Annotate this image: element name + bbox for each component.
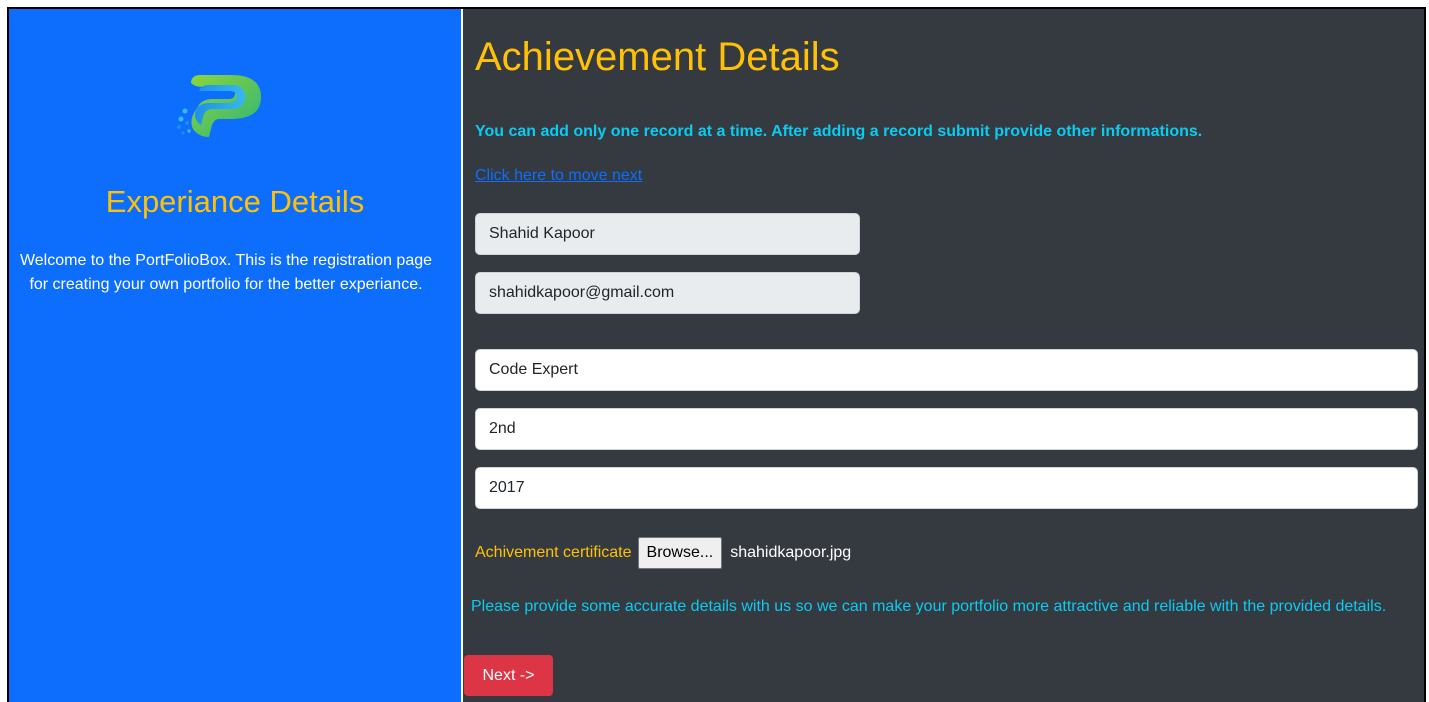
sidebar-panel: Experiance Details Welcome to the PortFo…	[9, 9, 461, 702]
selected-file-name: shahidkapoor.jpg	[730, 544, 852, 561]
next-button[interactable]: Next ->	[464, 655, 553, 696]
email-field[interactable]	[475, 272, 860, 314]
move-next-link[interactable]: Click here to move next	[475, 167, 642, 185]
rank-input[interactable]	[475, 408, 1418, 450]
certificate-upload-row: Achivement certificate Browse... shahidk…	[475, 537, 851, 569]
achievement-title-input[interactable]	[475, 349, 1418, 391]
browse-button[interactable]: Browse...	[637, 537, 723, 569]
certificate-label: Achivement certificate	[475, 544, 632, 561]
page-title: Achievement Details	[475, 35, 840, 79]
portfoliobox-logo-icon	[177, 75, 261, 137]
year-input[interactable]	[475, 467, 1418, 509]
name-field[interactable]	[475, 213, 860, 255]
notice-text: You can add only one record at a time. A…	[475, 123, 1203, 140]
info-text: Please provide some accurate details wit…	[471, 598, 1387, 615]
form-panel: Achievement Details You can add only one…	[463, 9, 1424, 702]
page-frame: Experiance Details Welcome to the PortFo…	[7, 7, 1426, 702]
sidebar-title: Experiance Details	[105, 184, 365, 219]
sidebar-description: Welcome to the PortFolioBox. This is the…	[19, 252, 433, 293]
